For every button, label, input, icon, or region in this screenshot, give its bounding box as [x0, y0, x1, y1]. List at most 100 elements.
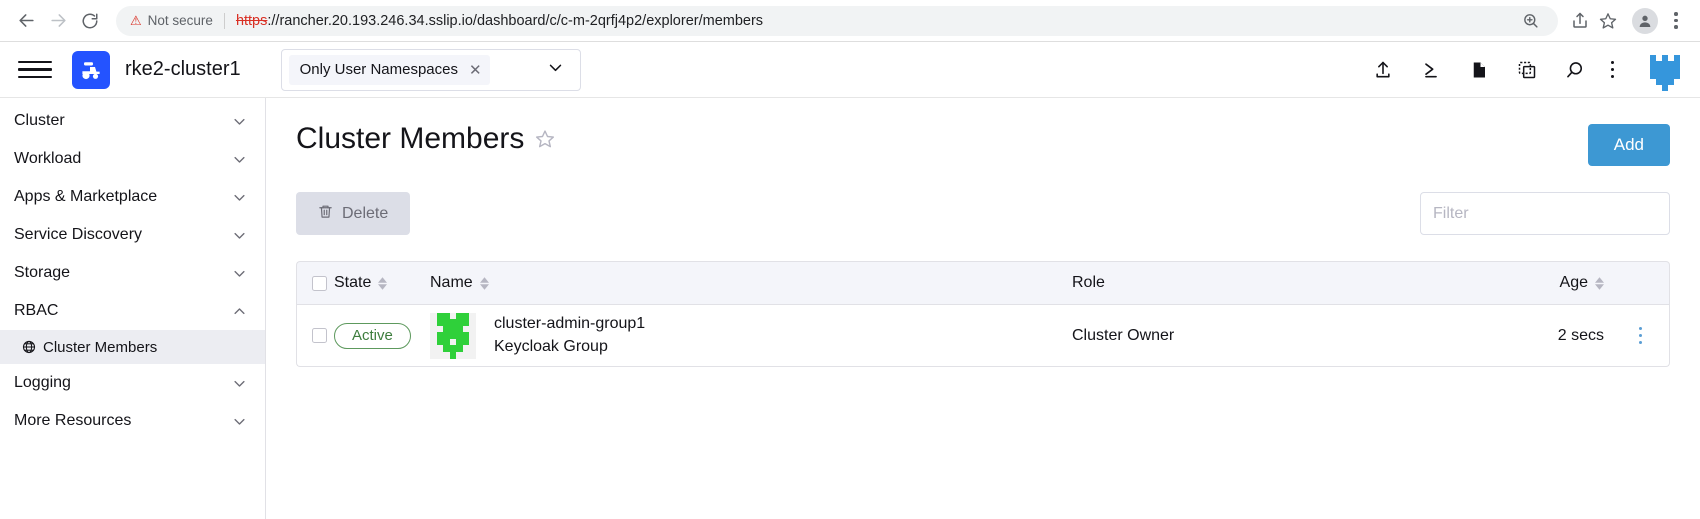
security-status-label: Not secure — [147, 13, 213, 28]
app-header: rke2-cluster1 Only User Namespaces ✕ — [0, 42, 1700, 98]
sidebar-item-label: RBAC — [14, 302, 59, 319]
sidebar-item-workload[interactable]: Workload — [0, 140, 265, 178]
kubectl-shell-icon[interactable] — [1419, 58, 1443, 82]
cluster-name-label: rke2-cluster1 — [125, 58, 241, 80]
sidebar-item-label: Apps & Marketplace — [14, 188, 158, 205]
table-body: Active cluster-admin-group1 Keycloak Gro… — [296, 305, 1670, 367]
sidebar-item-cluster-members[interactable]: Cluster Members — [0, 330, 265, 364]
omnibox-actions — [1516, 7, 1544, 35]
sidebar-item-label: Workload — [14, 150, 82, 167]
table-toolbar: Delete — [296, 192, 1670, 235]
address-bar[interactable]: ⚠ Not secure https://rancher.20.193.246.… — [116, 5, 1558, 36]
namespace-filter[interactable]: Only User Namespaces ✕ — [280, 48, 581, 91]
browser-toolbar: ⚠ Not secure https://rancher.20.193.246.… — [0, 0, 1700, 42]
chevron-down-icon[interactable] — [232, 228, 247, 243]
table-header: State Name Role Age — [296, 261, 1670, 305]
share-icon[interactable] — [1566, 7, 1594, 35]
sidebar-item-label: Storage — [14, 264, 71, 281]
chevron-down-icon[interactable] — [232, 376, 247, 391]
chevron-down-icon[interactable] — [232, 114, 247, 129]
header-menu-icon[interactable] — [1610, 60, 1614, 79]
column-header-label: Role — [1072, 274, 1105, 291]
sidebar-item-logging[interactable]: Logging — [0, 364, 265, 402]
cell-role: Cluster Owner — [1064, 305, 1494, 367]
cluster-copy-icon[interactable] — [1515, 58, 1539, 82]
cell-age: 2 secs — [1494, 305, 1612, 367]
sort-icon[interactable] — [479, 276, 489, 290]
sidebar-item-cluster[interactable]: Cluster — [0, 102, 265, 140]
zoom-in-icon[interactable] — [1516, 7, 1544, 35]
omnibox-divider — [223, 12, 225, 29]
chevron-down-icon[interactable] — [232, 152, 247, 167]
main-content: Cluster Members Add Delete Filter State … — [266, 98, 1700, 519]
sidebar: Cluster Workload Apps & Marketplace Serv… — [0, 98, 266, 519]
user-identicon-avatar[interactable] — [1644, 49, 1686, 91]
cell-name: cluster-admin-group1 Keycloak Group — [422, 305, 1064, 367]
add-button[interactable]: Add — [1587, 124, 1670, 166]
table-header-row: State Name Role Age — [296, 261, 1670, 305]
browser-menu-icon[interactable] — [1662, 7, 1690, 35]
sidebar-item-label: Cluster — [14, 112, 65, 129]
star-bookmark-icon[interactable] — [1594, 7, 1622, 35]
column-header-label: State — [334, 274, 372, 291]
member-name[interactable]: cluster-admin-group1 — [494, 313, 645, 336]
sidebar-item-label: More Resources — [14, 412, 132, 429]
sidebar-item-label: Cluster Members — [43, 338, 158, 356]
delete-button-label: Delete — [342, 204, 389, 222]
status-badge: Active — [334, 322, 411, 349]
cell-state: Active — [296, 305, 422, 367]
import-yaml-icon[interactable] — [1371, 58, 1395, 82]
namespace-filter-chip[interactable]: Only User Namespaces ✕ — [288, 54, 490, 85]
column-header-label: Age — [1559, 274, 1588, 291]
cell-actions — [1612, 305, 1670, 367]
sort-icon[interactable] — [1595, 276, 1604, 290]
back-icon[interactable] — [10, 5, 42, 37]
forward-icon[interactable] — [42, 5, 74, 37]
group-identicon — [430, 312, 476, 359]
sidebar-item-more-resources[interactable]: More Resources — [0, 402, 265, 440]
trash-icon — [318, 204, 333, 224]
sidebar-item-rbac[interactable]: RBAC — [0, 292, 265, 330]
filter-input[interactable] — [1420, 192, 1670, 235]
page-body: Cluster Workload Apps & Marketplace Serv… — [0, 98, 1700, 519]
url-scheme: https — [235, 12, 268, 29]
sidebar-item-service-discovery[interactable]: Service Discovery — [0, 216, 265, 254]
delete-button[interactable]: Delete — [296, 192, 411, 235]
row-checkbox[interactable] — [312, 328, 327, 343]
column-header-role: Role — [1064, 261, 1494, 305]
url-text: https://rancher.20.193.246.34.sslip.io/d… — [236, 13, 763, 29]
sidebar-item-apps-marketplace[interactable]: Apps & Marketplace — [0, 178, 265, 216]
chevron-down-icon[interactable] — [232, 266, 247, 281]
reload-icon[interactable] — [74, 5, 106, 37]
page-header: Cluster Members Add — [296, 124, 1670, 166]
close-icon[interactable]: ✕ — [469, 61, 482, 79]
sidebar-item-label: Logging — [14, 374, 71, 391]
chevron-down-icon[interactable] — [232, 414, 247, 429]
row-actions-menu-icon[interactable] — [1620, 326, 1661, 345]
sidebar-item-storage[interactable]: Storage — [0, 254, 265, 292]
search-icon[interactable] — [1563, 58, 1587, 82]
star-outline-icon[interactable] — [535, 129, 555, 149]
browser-profile-avatar[interactable] — [1632, 7, 1658, 34]
docs-icon[interactable] — [1467, 58, 1491, 82]
column-header-state[interactable]: State — [296, 261, 422, 305]
select-all-checkbox[interactable] — [312, 275, 327, 291]
chevron-down-icon[interactable] — [232, 190, 247, 205]
header-tools — [1371, 49, 1687, 91]
column-header-actions — [1612, 261, 1670, 305]
column-header-label: Name — [430, 274, 473, 291]
hamburger-menu-icon[interactable] — [18, 60, 52, 79]
url-path: ://rancher.20.193.246.34.sslip.io/dashbo… — [267, 12, 764, 29]
page-title: Cluster Members — [296, 122, 525, 155]
chevron-up-icon[interactable] — [232, 304, 247, 319]
sidebar-item-label: Service Discovery — [14, 226, 143, 243]
column-header-age[interactable]: Age — [1494, 261, 1612, 305]
sort-icon[interactable] — [378, 276, 388, 290]
table-row[interactable]: Active cluster-admin-group1 Keycloak Gro… — [296, 305, 1670, 367]
cluster-members-table: State Name Role Age Active cluster-admin… — [296, 261, 1670, 367]
column-header-name[interactable]: Name — [422, 261, 1064, 305]
namespace-filter-chip-label: Only User Namespaces — [299, 61, 458, 78]
rke2-cluster-logo-icon[interactable] — [72, 50, 110, 89]
not-secure-warning-icon: ⚠ — [130, 13, 142, 28]
chevron-down-icon[interactable] — [535, 59, 576, 81]
